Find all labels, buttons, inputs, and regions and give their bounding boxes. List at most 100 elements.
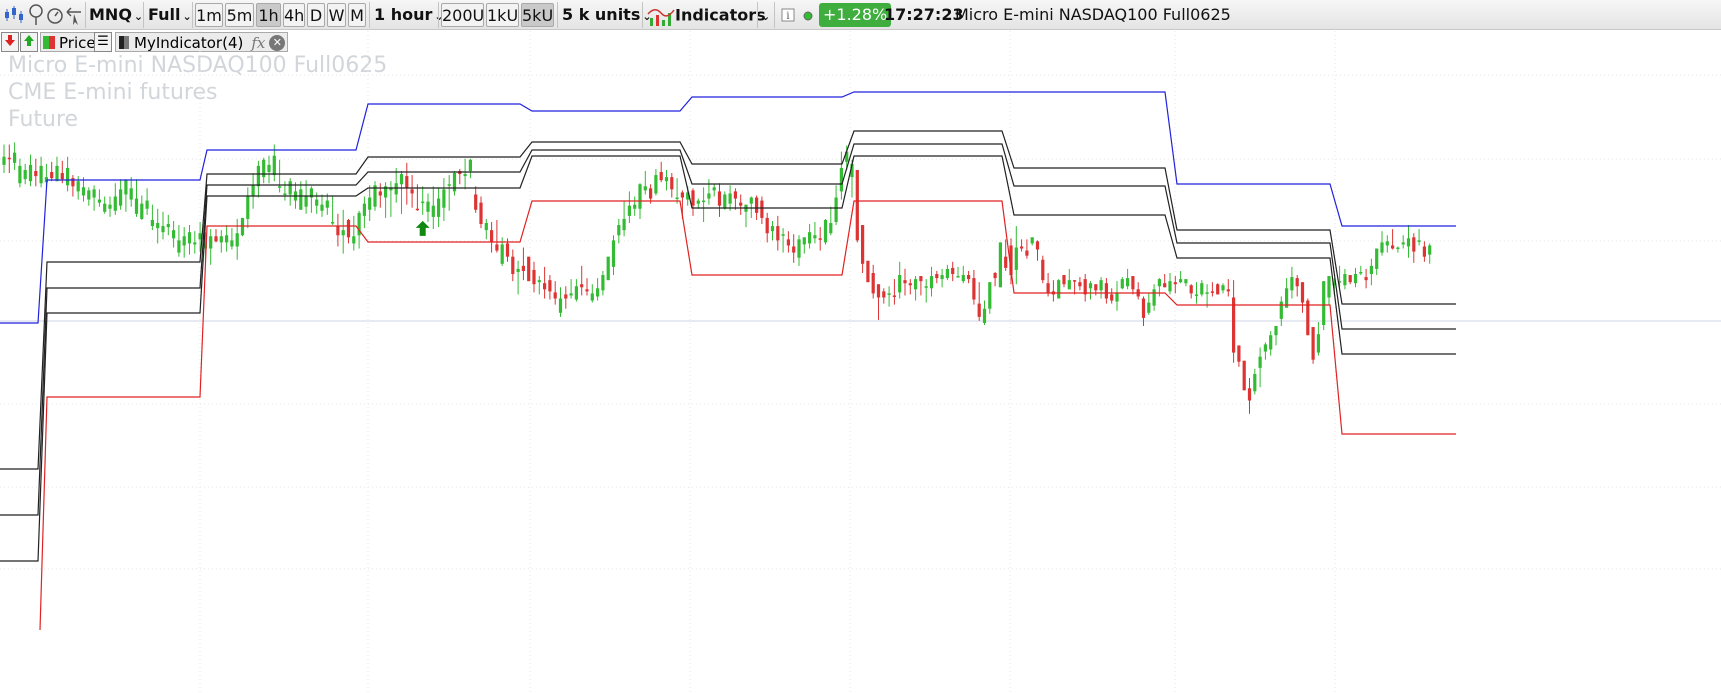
candle-body (1173, 282, 1177, 285)
timeframe-d-button[interactable]: D (307, 3, 325, 27)
clock-time: 17:27:23 (884, 5, 964, 24)
candle-body (442, 189, 446, 208)
candle-body (1359, 271, 1363, 274)
price-chart[interactable] (0, 31, 1721, 693)
candle-body (876, 284, 881, 298)
crosshair-icon[interactable] (65, 3, 83, 27)
candle-body (1216, 284, 1220, 295)
candle-body (1279, 301, 1283, 319)
candle-body (871, 273, 875, 294)
candle-body (951, 267, 955, 275)
candle-body (288, 181, 292, 195)
candle-body (299, 189, 303, 210)
candle-body (1205, 292, 1209, 294)
timeframe-1h-button[interactable]: 1h (256, 3, 281, 27)
candle-body (543, 283, 547, 290)
candle-body (1327, 276, 1331, 298)
candle-body (659, 172, 663, 181)
more-dropdown[interactable]: ⌄ (759, 3, 773, 27)
candle-body (887, 293, 891, 295)
candles-icon[interactable] (3, 3, 25, 27)
signal-up-arrow-icon (415, 220, 430, 236)
candle-body (1030, 237, 1034, 244)
candle-body (452, 173, 457, 192)
candle-body (378, 191, 382, 196)
candle-body (76, 181, 80, 192)
info-icon[interactable]: i (781, 3, 795, 27)
candle-body (362, 203, 366, 216)
candle-body (691, 190, 695, 206)
candle-body (1131, 276, 1135, 290)
timeframe-w-button[interactable]: W (327, 3, 346, 27)
candle-body (1247, 388, 1252, 401)
units-5ku-button[interactable]: 5kU (521, 3, 554, 27)
candle-body (1221, 285, 1225, 291)
candle-body (707, 193, 711, 199)
candle-body (410, 189, 414, 194)
candle-body (124, 180, 128, 195)
candle-body (988, 282, 992, 309)
indicators-button[interactable]: Indicators (647, 3, 766, 27)
range-dropdown[interactable]: Full ⌄ (146, 3, 192, 27)
candle-body (855, 169, 859, 241)
candle-body (1322, 281, 1326, 326)
candle-body (611, 240, 616, 267)
candle-body (103, 203, 107, 212)
candle-body (945, 268, 949, 279)
candle-body (1104, 283, 1108, 299)
timeframe-m-button[interactable]: M (348, 3, 366, 27)
candle-body (1189, 285, 1193, 294)
symbol-label: MNQ (89, 5, 132, 24)
candle-body (235, 233, 239, 247)
candle-body (187, 232, 192, 244)
candle-body (558, 298, 563, 313)
candle-body (39, 165, 43, 184)
clock-icon[interactable] (46, 3, 64, 27)
candle-body (1385, 241, 1389, 246)
candle-body (664, 177, 669, 182)
candle-body (723, 194, 727, 209)
candle-body (219, 236, 223, 243)
timeframe-5m-button[interactable]: 5m (225, 3, 254, 27)
candle-body (1126, 278, 1130, 287)
timeframe-1m-button[interactable]: 1m (195, 3, 223, 27)
candle-body (1210, 291, 1214, 293)
instrument-name: Micro E-mini NASDAQ100 Full0625 (955, 5, 1231, 24)
candle-body (1004, 256, 1008, 268)
interval-dropdown[interactable]: 1 hour⌄ (372, 3, 444, 27)
candle-body (225, 235, 229, 243)
units-dropdown[interactable]: 5 k units ⌄ (560, 3, 652, 27)
timeframe-4h-button[interactable]: 4h (283, 3, 305, 27)
candle-body (1094, 284, 1098, 291)
candle-body (712, 187, 716, 191)
candle-body (267, 164, 271, 173)
candle-body (717, 191, 722, 206)
candle-body (892, 295, 896, 297)
candle-body (839, 167, 843, 192)
candle-body (1078, 282, 1082, 287)
candle-body (1253, 373, 1257, 392)
candle-body (940, 275, 944, 280)
candle-body (346, 219, 351, 238)
units-200u-button[interactable]: 200U (441, 3, 484, 27)
candle-body (823, 219, 828, 243)
candle-body (956, 276, 960, 278)
candle-body (1157, 279, 1161, 287)
candle-body (1035, 241, 1040, 250)
candle-body (437, 198, 441, 217)
candle-body (548, 280, 552, 292)
candle-body (728, 193, 732, 204)
candle-body (982, 308, 987, 323)
candle-body (193, 242, 197, 245)
candle-body (1057, 280, 1061, 299)
symbol-dropdown[interactable]: MNQ ⌄ (87, 3, 143, 27)
units-1ku-button[interactable]: 1kU (486, 3, 519, 27)
candle-body (405, 176, 409, 189)
candle-body (1406, 238, 1411, 247)
candle-body (813, 235, 817, 239)
candle-body (527, 256, 531, 282)
candle-body (1194, 294, 1199, 296)
candle-body (1073, 280, 1077, 282)
candle-body (1062, 275, 1066, 285)
cursor-tool-icon[interactable] (27, 3, 45, 27)
